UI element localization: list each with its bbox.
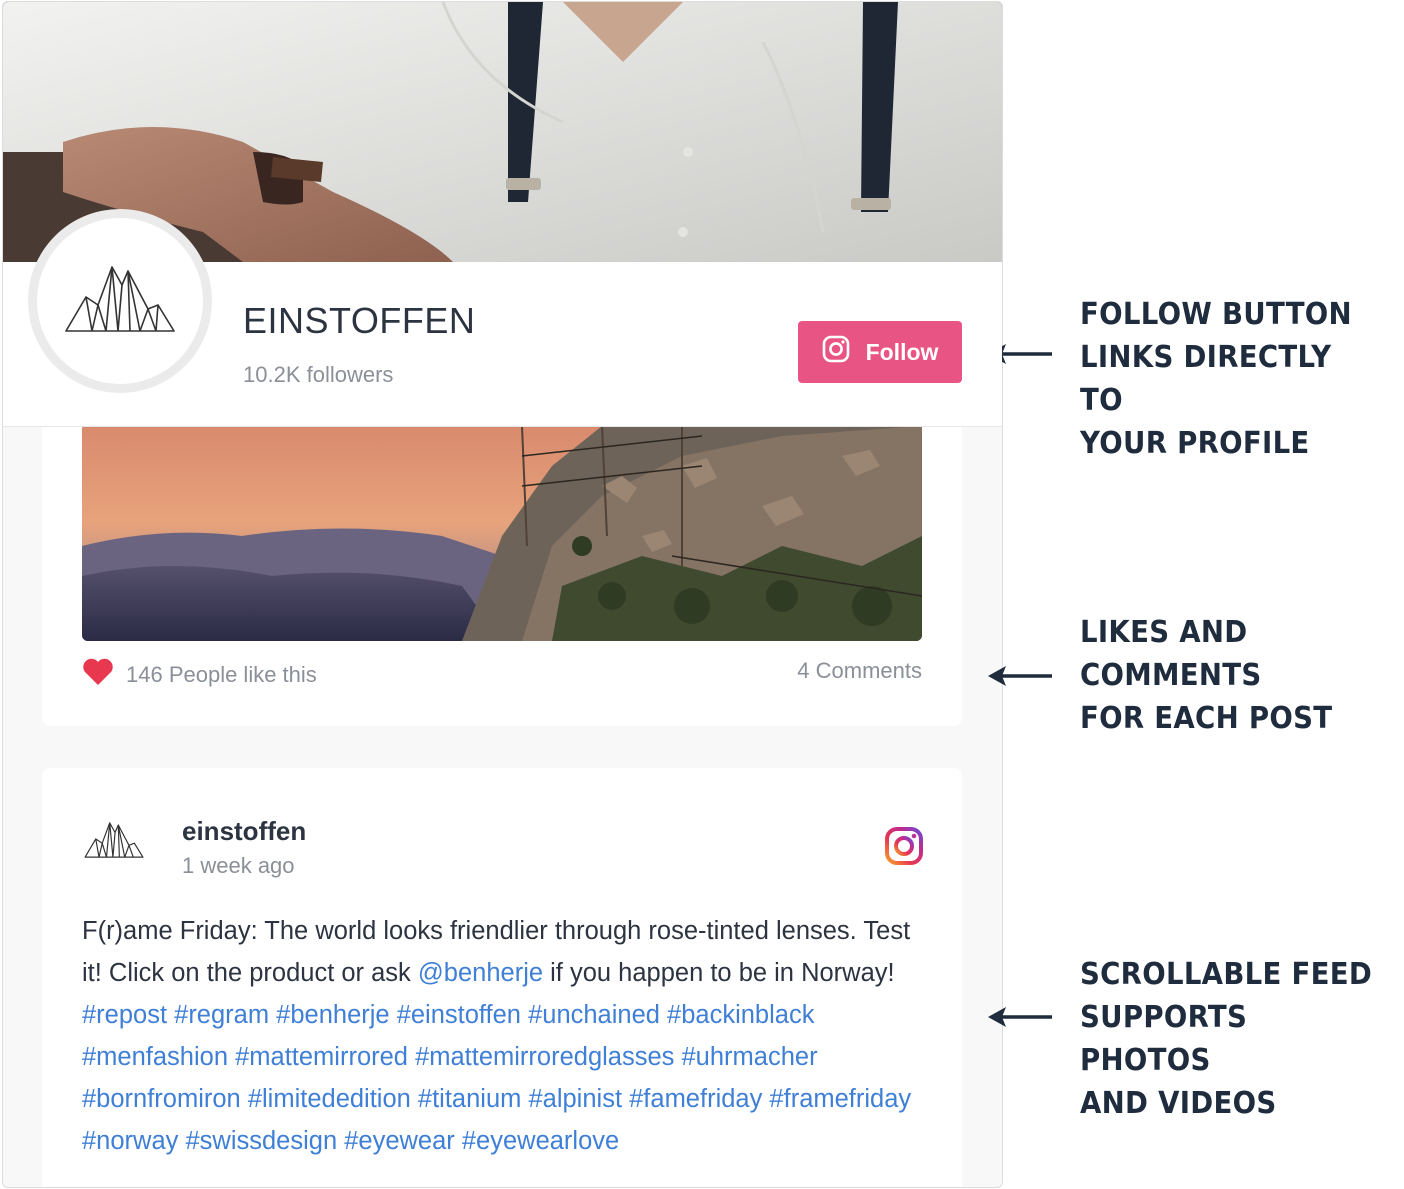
annotation-line: LINKS DIRECTLY TO (1080, 340, 1332, 418)
likes-count: 146 People like this (126, 662, 317, 687)
post-caption: F(r)ame Friday: The world looks friendli… (82, 910, 932, 1162)
post-card: 146 People like this 4 Comments (42, 426, 962, 726)
annotation-line: AND VIDEOS (1080, 1086, 1277, 1121)
profile-avatar[interactable] (37, 218, 203, 384)
annotation-line: FOR EACH POST (1080, 701, 1333, 736)
instagram-icon (822, 335, 850, 369)
post-image[interactable] (82, 426, 922, 641)
post-feed[interactable]: 146 People like this 4 Comments einstoff… (3, 426, 1002, 1187)
mountain-logo-icon (64, 259, 176, 344)
instagram-feed-widget: EINSTOFFEN 10.2K followers Follow 146 Pe… (2, 1, 1003, 1188)
annotation-likes: LIKES AND COMMENTS FOR EACH POST (1080, 611, 1332, 740)
annotation-line: YOUR PROFILE (1080, 426, 1310, 461)
heart-icon (82, 658, 114, 692)
annotation-line: FOLLOW BUTTON (1080, 297, 1352, 332)
annotation-follow: FOLLOW BUTTON LINKS DIRECTLY TO YOUR PRO… (1080, 293, 1378, 465)
post-username[interactable]: einstoffen (182, 816, 306, 847)
post-card: einstoffen 1 week ago F(r)ame Friday: Th… (42, 768, 962, 1187)
follower-count: 10.2K followers (243, 362, 394, 387)
annotation-line: SCROLLABLE FEED (1080, 957, 1373, 992)
post-timestamp: 1 week ago (182, 853, 295, 878)
mountain-logo-icon (84, 822, 144, 866)
mention-link[interactable]: @benherje (418, 959, 543, 987)
annotation-line: SUPPORTS PHOTOS (1080, 1000, 1248, 1078)
follow-button-label: Follow (865, 338, 939, 365)
annotation-feed: SCROLLABLE FEED SUPPORTS PHOTOS AND VIDE… (1080, 953, 1378, 1125)
follow-button[interactable]: Follow (798, 321, 962, 383)
hashtag-links[interactable]: #repost #regram #benherje #einstoffen #u… (82, 1001, 911, 1155)
likes-row[interactable]: 146 People like this (82, 658, 317, 692)
arrow-left-icon (988, 666, 1052, 686)
annotation-line: LIKES AND (1080, 615, 1248, 650)
profile-name: EINSTOFFEN (243, 300, 476, 341)
caption-text: if you happen to be in Norway! (543, 959, 895, 987)
post-avatar[interactable] (84, 818, 154, 878)
instagram-icon[interactable] (884, 826, 924, 871)
annotation-line: COMMENTS (1080, 658, 1262, 693)
comments-count[interactable]: 4 Comments (797, 658, 922, 684)
arrow-left-icon (988, 1007, 1052, 1027)
